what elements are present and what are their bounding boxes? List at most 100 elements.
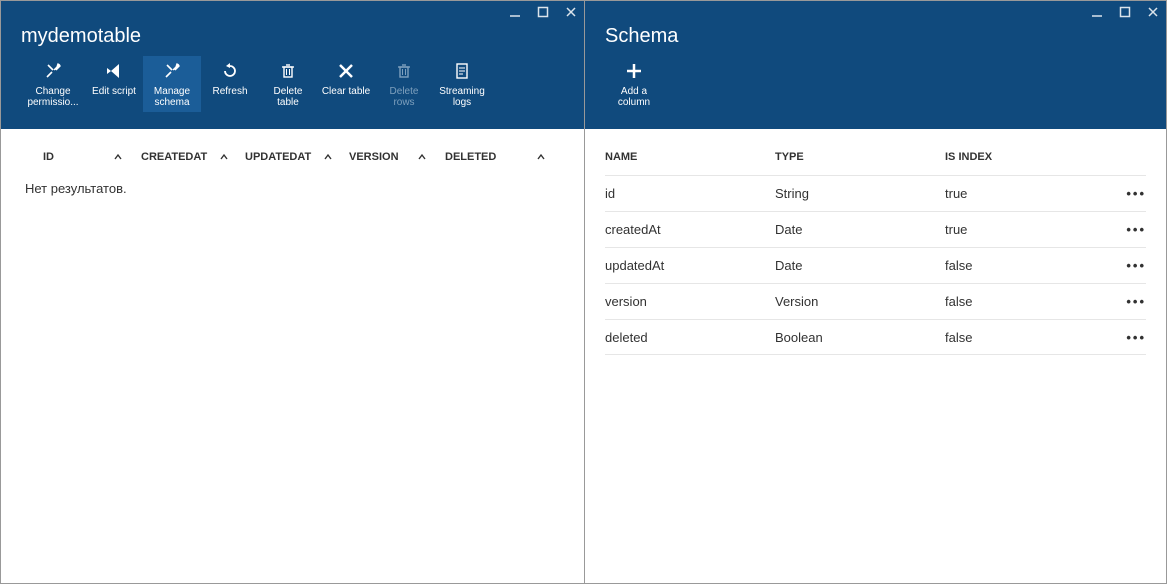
toolbar-button-label: logs [453,97,471,108]
no-results-text: Нет результатов. [21,173,564,196]
schema-rows: idStringtrue•••createdAtDatetrue•••updat… [605,175,1146,355]
manage-schema-button[interactable]: Manageschema [143,56,201,112]
delete-rows-button: Deleterows [375,56,433,112]
clear-table-button[interactable]: Clear table [317,56,375,112]
schema-cell-name: id [605,186,775,201]
chevron-up-icon [536,152,546,162]
toolbar-left: Changepermissio... Edit script Manageschem… [1,56,584,116]
schema-cell-type: Date [775,258,945,273]
tools-icon [163,62,181,80]
header-left: mydemotable Changepermissio... Edit scrip… [1,1,584,129]
schema-cell-type: String [775,186,945,201]
toolbar-button-label: column [618,97,650,108]
schema-header: NAME TYPE IS INDEX [605,147,1146,175]
toolbar-button-label: Delete [274,86,303,97]
pane-title: mydemotable [1,21,584,56]
schema-cell-type: Version [775,294,945,309]
content-right: NAME TYPE IS INDEX idStringtrue•••create… [585,129,1166,583]
pane-table: mydemotable Changepermissio... Edit scrip… [1,1,585,583]
toolbar-button-label: Refresh [212,86,247,97]
schema-cell-type: Boolean [775,330,945,345]
close-icon[interactable] [1146,5,1160,19]
schema-cell-name: createdAt [605,222,775,237]
toolbar-button-label: permissio... [27,97,78,108]
chevron-up-icon [219,152,229,162]
trash-icon [279,62,297,80]
add-column-button[interactable]: Add acolumn [605,56,663,112]
schema-cell-isindex: false [945,258,1106,273]
schema-cell-isindex: true [945,186,1106,201]
tools-icon [44,62,62,80]
more-actions-icon[interactable]: ••• [1106,294,1146,309]
schema-cell-name: updatedAt [605,258,775,273]
pane-schema: Schema Add acolumn NAME TYPE IS INDEX id… [585,1,1166,583]
toolbar-button-label: Streaming [439,86,485,97]
delete-table-button[interactable]: Deletetable [259,56,317,112]
chevron-up-icon [323,152,333,162]
chevron-up-icon [417,152,427,162]
column-header-updatedat[interactable]: UPDATEDAT [245,151,349,163]
toolbar-button-label: Clear table [322,86,370,97]
plus-icon [625,62,643,80]
column-header-id[interactable]: ID [21,151,141,163]
close-icon[interactable] [564,5,578,19]
toolbar-right: Add acolumn [585,56,1166,116]
content-left: ID CREATEDAT UPDATEDAT VERSION DELETED Нет р… [1,129,584,583]
header-right: Schema Add acolumn [585,1,1166,129]
schema-row[interactable]: idStringtrue••• [605,175,1146,211]
toolbar-button-label: Add a [621,86,647,97]
schema-cell-name: version [605,294,775,309]
minimize-icon[interactable] [1090,5,1104,19]
toolbar-button-label: Delete [390,86,419,97]
refresh-icon [221,62,239,80]
toolbar-button-label: Change [35,86,70,97]
schema-head-actions [1106,151,1146,163]
column-header-version[interactable]: VERSION [349,151,445,163]
more-actions-icon[interactable]: ••• [1106,186,1146,201]
more-actions-icon[interactable]: ••• [1106,330,1146,345]
schema-cell-type: Date [775,222,945,237]
column-header-label: DELETED [445,151,496,163]
toolbar-button-label: Edit script [92,86,136,97]
change-permissions-button[interactable]: Changepermissio... [21,56,85,112]
x-icon [337,62,355,80]
minimize-icon[interactable] [508,5,522,19]
schema-cell-isindex: false [945,294,1106,309]
chevron-up-icon [113,152,123,162]
schema-head-type: TYPE [775,151,945,163]
column-header-label: ID [43,151,54,163]
more-actions-icon[interactable]: ••• [1106,222,1146,237]
toolbar-button-label: table [277,97,299,108]
maximize-icon[interactable] [1118,5,1132,19]
edit-script-button[interactable]: Edit script [85,56,143,112]
schema-row[interactable]: createdAtDatetrue••• [605,211,1146,247]
more-actions-icon[interactable]: ••• [1106,258,1146,273]
schema-cell-isindex: false [945,330,1106,345]
schema-cell-name: deleted [605,330,775,345]
schema-cell-isindex: true [945,222,1106,237]
toolbar-button-label: rows [393,97,414,108]
schema-row[interactable]: versionVersionfalse••• [605,283,1146,319]
column-header-label: VERSION [349,151,399,163]
column-header-label: CREATEDAT [141,151,207,163]
toolbar-button-label: schema [154,97,189,108]
pane-title: Schema [585,21,1166,56]
schema-row[interactable]: deletedBooleanfalse••• [605,319,1146,355]
refresh-button[interactable]: Refresh [201,56,259,112]
toolbar-button-label: Manage [154,86,190,97]
maximize-icon[interactable] [536,5,550,19]
column-header-label: UPDATEDAT [245,151,311,163]
window-controls-left [1,1,584,21]
column-header-createdat[interactable]: CREATEDAT [141,151,245,163]
logs-icon [453,62,471,80]
schema-row[interactable]: updatedAtDatefalse••• [605,247,1146,283]
column-headers: ID CREATEDAT UPDATEDAT VERSION DELETED [21,147,564,173]
window-controls-right [585,1,1166,21]
trash-icon [395,62,413,80]
column-header-deleted[interactable]: DELETED [445,151,564,163]
app: mydemotable Changepermissio... Edit scrip… [1,1,1166,583]
streaming-logs-button[interactable]: Streaminglogs [433,56,491,112]
vs-icon [105,62,123,80]
schema-head-isindex: IS INDEX [945,151,1106,163]
schema-head-name: NAME [605,151,775,163]
